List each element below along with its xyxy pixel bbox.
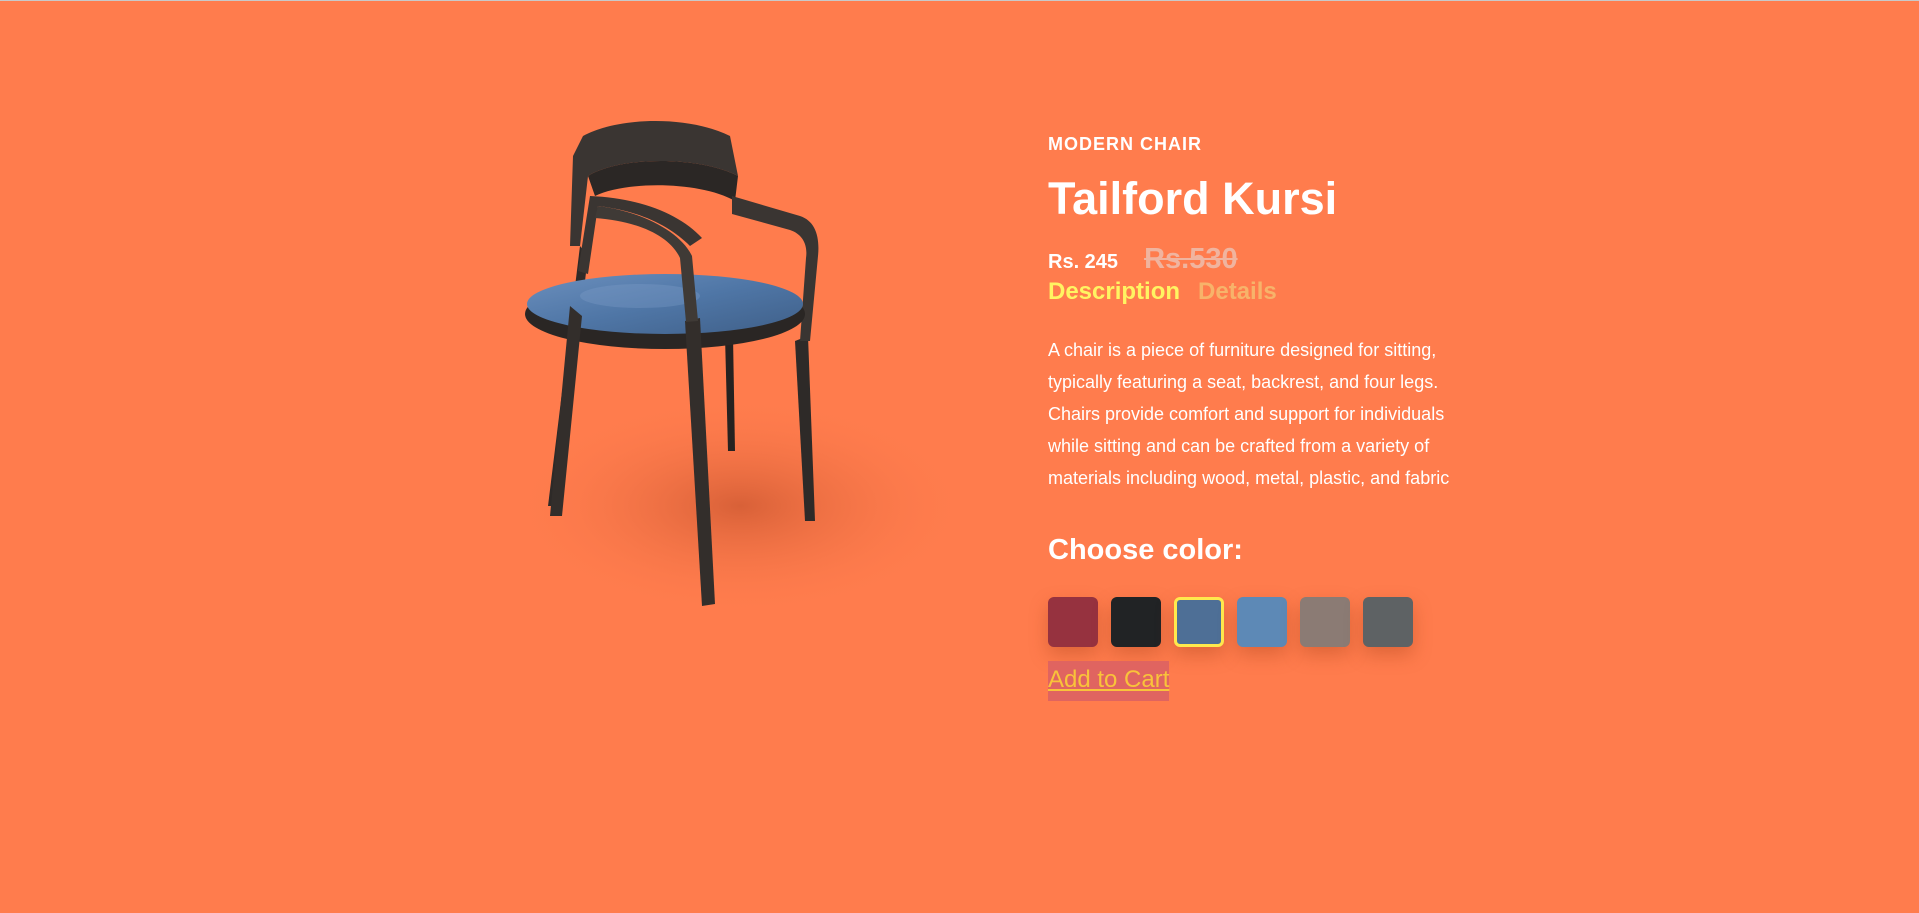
add-to-cart-button[interactable]: Add to Cart	[1048, 661, 1170, 701]
product-info: MODERN CHAIR Tailford Kursi Rs. 245 Rs.5…	[1048, 119, 1488, 701]
color-picker-label: Choose color:	[1048, 534, 1243, 566]
product-description: A chair is a piece of furniture designed…	[1048, 340, 1450, 488]
color-swatch-gray[interactable]	[1363, 597, 1413, 647]
color-swatch-taupe[interactable]	[1300, 597, 1350, 647]
product-category: MODERN CHAIR	[1048, 134, 1202, 154]
product-title: Tailford Kursi	[1048, 173, 1338, 224]
price-row: Rs. 245 Rs.530	[1048, 243, 1488, 276]
product-image	[470, 96, 1000, 656]
color-swatch-red[interactable]	[1048, 597, 1098, 647]
tab-details[interactable]: Details	[1198, 278, 1277, 306]
original-price: Rs.530	[1144, 243, 1238, 275]
color-swatch-blue[interactable]	[1237, 597, 1287, 647]
tab-description[interactable]: Description	[1048, 278, 1180, 306]
info-tabs: Description Details	[1048, 278, 1488, 306]
color-swatch-navy[interactable]	[1174, 597, 1224, 647]
color-swatch-black[interactable]	[1111, 597, 1161, 647]
color-swatches	[1048, 597, 1488, 647]
current-price: Rs. 245	[1048, 251, 1119, 273]
